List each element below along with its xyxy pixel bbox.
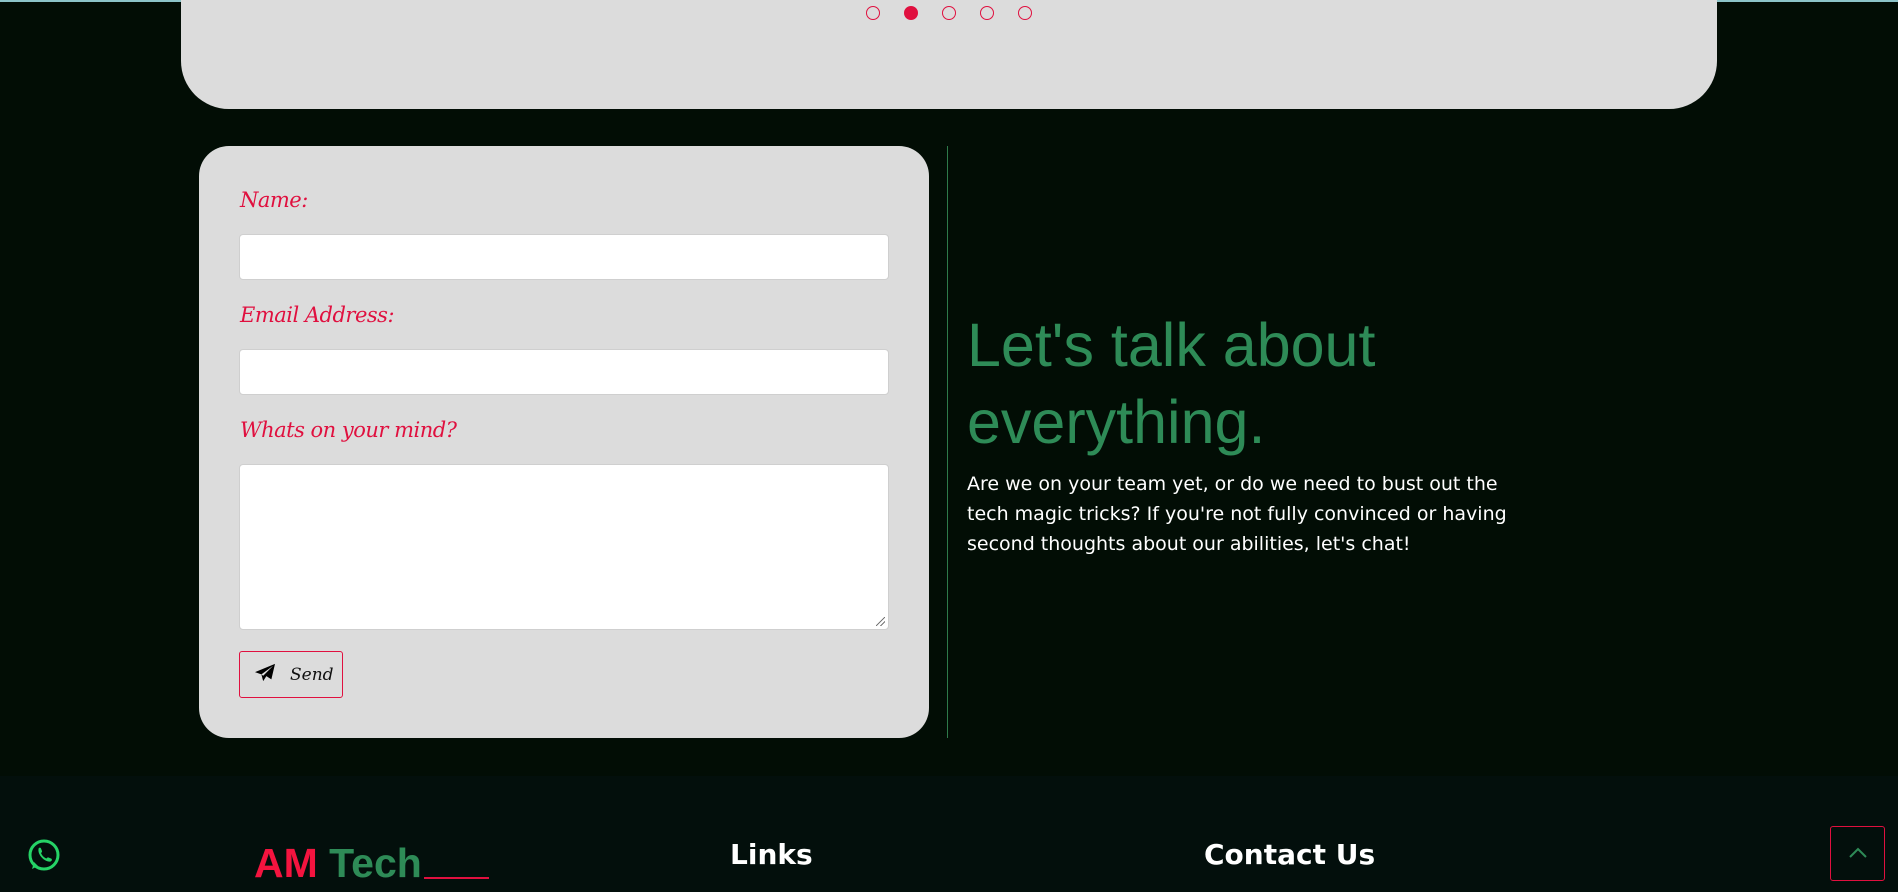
message-label: Whats on your mind? — [240, 418, 457, 442]
contact-intro-text: Are we on your team yet, or do we need t… — [967, 473, 1507, 555]
name-field[interactable] — [239, 234, 889, 280]
section-divider — [947, 146, 948, 738]
carousel-dot-4[interactable] — [980, 6, 994, 20]
email-field[interactable] — [239, 349, 889, 395]
carousel-indicators — [181, 6, 1717, 20]
carousel-dot-2[interactable] — [904, 6, 918, 20]
chevron-up-icon — [1848, 844, 1868, 863]
brand-part-tech: Tech — [329, 840, 422, 886]
carousel-dot-3[interactable] — [942, 6, 956, 20]
send-button-label: Send — [290, 664, 334, 685]
email-label: Email Address: — [240, 303, 395, 327]
footer-contact-heading: Contact Us — [1204, 838, 1376, 871]
contact-headline: Let's talk about everything. — [967, 311, 1376, 456]
brand-part-am: AM — [254, 840, 318, 886]
footer-links-heading: Links — [730, 838, 813, 871]
contact-form: Name: Email Address: Whats on your mind?… — [199, 146, 929, 738]
carousel-dot-1[interactable] — [866, 6, 880, 20]
footer-brand: AM Tech — [254, 840, 422, 887]
testimonial-carousel — [181, 0, 1717, 109]
carousel-dot-5[interactable] — [1018, 6, 1032, 20]
paper-plane-icon — [254, 663, 276, 687]
name-label: Name: — [240, 188, 308, 212]
scroll-to-top-button[interactable] — [1830, 826, 1885, 881]
resize-handle[interactable] — [876, 617, 885, 626]
message-textarea[interactable] — [239, 464, 889, 630]
send-button[interactable]: Send — [239, 651, 343, 698]
brand-underline — [424, 877, 489, 879]
whatsapp-icon[interactable] — [26, 838, 62, 878]
